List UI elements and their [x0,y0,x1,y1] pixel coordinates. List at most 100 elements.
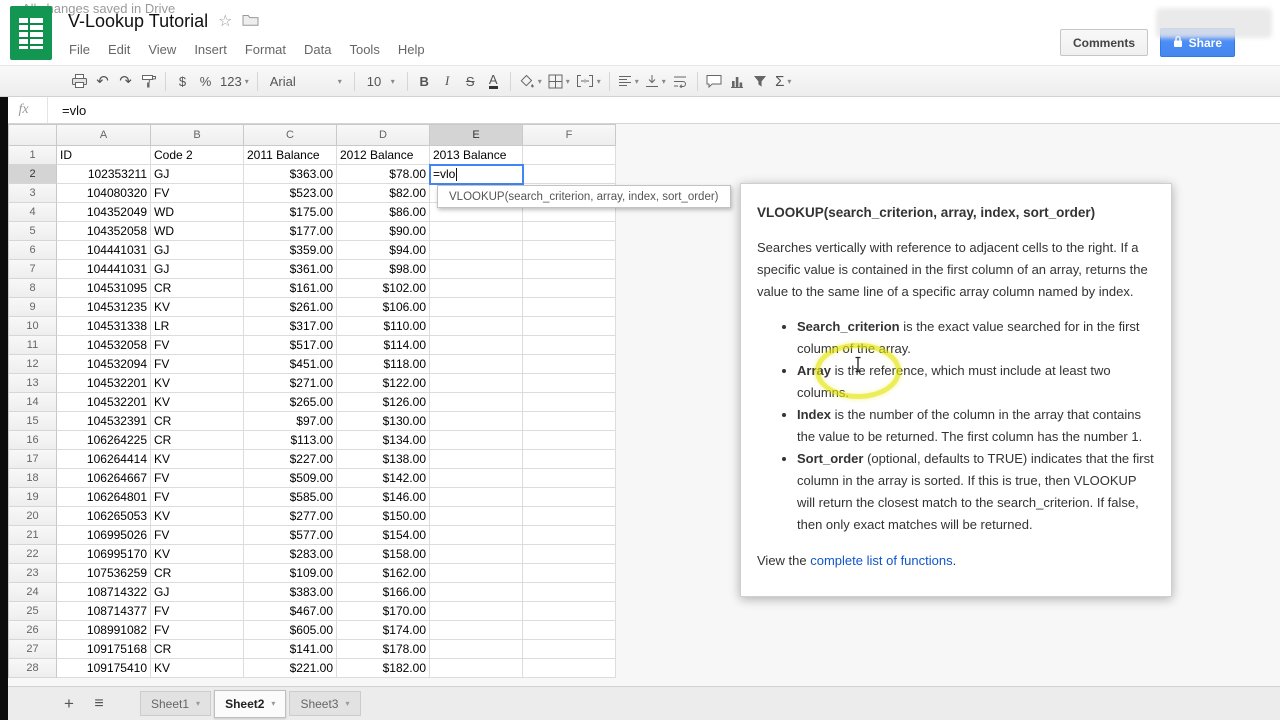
row-header-2[interactable]: 2 [9,165,57,184]
text-color-button[interactable]: A [482,69,505,93]
cell-A28[interactable]: 109175410 [57,659,151,678]
cell-E17[interactable] [430,450,523,469]
row-header-14[interactable]: 14 [9,393,57,412]
menu-format[interactable]: Format [236,39,295,60]
row-header-3[interactable]: 3 [9,184,57,203]
more-formats-button[interactable]: 123 ▾ [217,69,252,93]
cell-C19[interactable]: $585.00 [244,488,337,507]
cell-B12[interactable]: FV [151,355,244,374]
cell-F17[interactable] [523,450,616,469]
cell-C9[interactable]: $261.00 [244,298,337,317]
cell-F7[interactable] [523,260,616,279]
menu-file[interactable]: File [60,39,99,60]
cell-B6[interactable]: GJ [151,241,244,260]
cell-A15[interactable]: 104532391 [57,412,151,431]
column-header-A[interactable]: A [57,125,151,146]
comments-button[interactable]: Comments [1059,29,1148,56]
column-header-D[interactable]: D [337,125,430,146]
font-size-select[interactable]: 10 ▾ [360,69,402,93]
cell-C14[interactable]: $265.00 [244,393,337,412]
row-header-18[interactable]: 18 [9,469,57,488]
row-header-5[interactable]: 5 [9,222,57,241]
cell-C16[interactable]: $113.00 [244,431,337,450]
cell-B24[interactable]: GJ [151,583,244,602]
cell-A20[interactable]: 106265053 [57,507,151,526]
cell-B15[interactable]: CR [151,412,244,431]
cell-C8[interactable]: $161.00 [244,279,337,298]
row-header-28[interactable]: 28 [9,659,57,678]
cell-A16[interactable]: 106264225 [57,431,151,450]
cell-F9[interactable] [523,298,616,317]
cell-D28[interactable]: $182.00 [337,659,430,678]
cell-D4[interactable]: $86.00 [337,203,430,222]
insert-comment-button[interactable] [703,69,726,93]
cell-D2[interactable]: $78.00 [337,165,430,184]
cell-E28[interactable] [430,659,523,678]
menu-data[interactable]: Data [295,39,340,60]
star-icon[interactable]: ☆ [218,13,232,30]
cell-A12[interactable]: 104532094 [57,355,151,374]
functions-button[interactable]: Σ ▾ [772,69,795,93]
row-header-10[interactable]: 10 [9,317,57,336]
cell-E8[interactable] [430,279,523,298]
cell-D12[interactable]: $118.00 [337,355,430,374]
cell-B13[interactable]: KV [151,374,244,393]
cell-A18[interactable]: 106264667 [57,469,151,488]
cell-F26[interactable] [523,621,616,640]
cell-E15[interactable] [430,412,523,431]
row-header-12[interactable]: 12 [9,355,57,374]
row-header-17[interactable]: 17 [9,450,57,469]
active-cell-E2[interactable]: =vlo [429,164,524,185]
merge-cells-button[interactable]: ▾ [573,69,604,93]
cell-F21[interactable] [523,526,616,545]
cell-B10[interactable]: LR [151,317,244,336]
cell-C11[interactable]: $517.00 [244,336,337,355]
cell-C3[interactable]: $523.00 [244,184,337,203]
row-header-15[interactable]: 15 [9,412,57,431]
horizontal-align-button[interactable]: ▾ [615,69,642,93]
cell-A27[interactable]: 109175168 [57,640,151,659]
cell-E5[interactable] [430,222,523,241]
cell-D1[interactable]: 2012 Balance [337,146,430,165]
cell-D27[interactable]: $178.00 [337,640,430,659]
cell-B17[interactable]: KV [151,450,244,469]
cell-B20[interactable]: KV [151,507,244,526]
cell-E7[interactable] [430,260,523,279]
font-family-select[interactable]: Arial ▾ [263,69,349,93]
cell-B16[interactable]: CR [151,431,244,450]
cell-A26[interactable]: 108991082 [57,621,151,640]
cell-F15[interactable] [523,412,616,431]
cell-E20[interactable] [430,507,523,526]
vertical-align-button[interactable]: ▾ [642,69,669,93]
document-title[interactable]: V-Lookup Tutorial [68,11,208,32]
cell-B19[interactable]: FV [151,488,244,507]
cell-D13[interactable]: $122.00 [337,374,430,393]
folder-icon[interactable] [242,13,259,31]
menu-insert[interactable]: Insert [185,39,236,60]
cell-B14[interactable]: KV [151,393,244,412]
cell-D5[interactable]: $90.00 [337,222,430,241]
cell-F19[interactable] [523,488,616,507]
cell-D16[interactable]: $134.00 [337,431,430,450]
cell-F27[interactable] [523,640,616,659]
cell-A2[interactable]: 102353211 [57,165,151,184]
cell-B8[interactable]: CR [151,279,244,298]
cell-E25[interactable] [430,602,523,621]
cell-B26[interactable]: FV [151,621,244,640]
cell-B21[interactable]: FV [151,526,244,545]
cell-E23[interactable] [430,564,523,583]
row-header-13[interactable]: 13 [9,374,57,393]
row-header-11[interactable]: 11 [9,336,57,355]
cell-E1[interactable]: 2013 Balance [430,146,523,165]
cell-C26[interactable]: $605.00 [244,621,337,640]
cell-D25[interactable]: $170.00 [337,602,430,621]
cell-A14[interactable]: 104532201 [57,393,151,412]
fill-color-button[interactable]: ▾ [516,69,545,93]
format-currency-button[interactable]: $ [171,69,194,93]
cell-F11[interactable] [523,336,616,355]
cell-F23[interactable] [523,564,616,583]
text-wrap-button[interactable] [669,69,692,93]
sheet-tab-sheet2[interactable]: Sheet2 ▾ [214,689,287,718]
cell-E27[interactable] [430,640,523,659]
cell-C15[interactable]: $97.00 [244,412,337,431]
